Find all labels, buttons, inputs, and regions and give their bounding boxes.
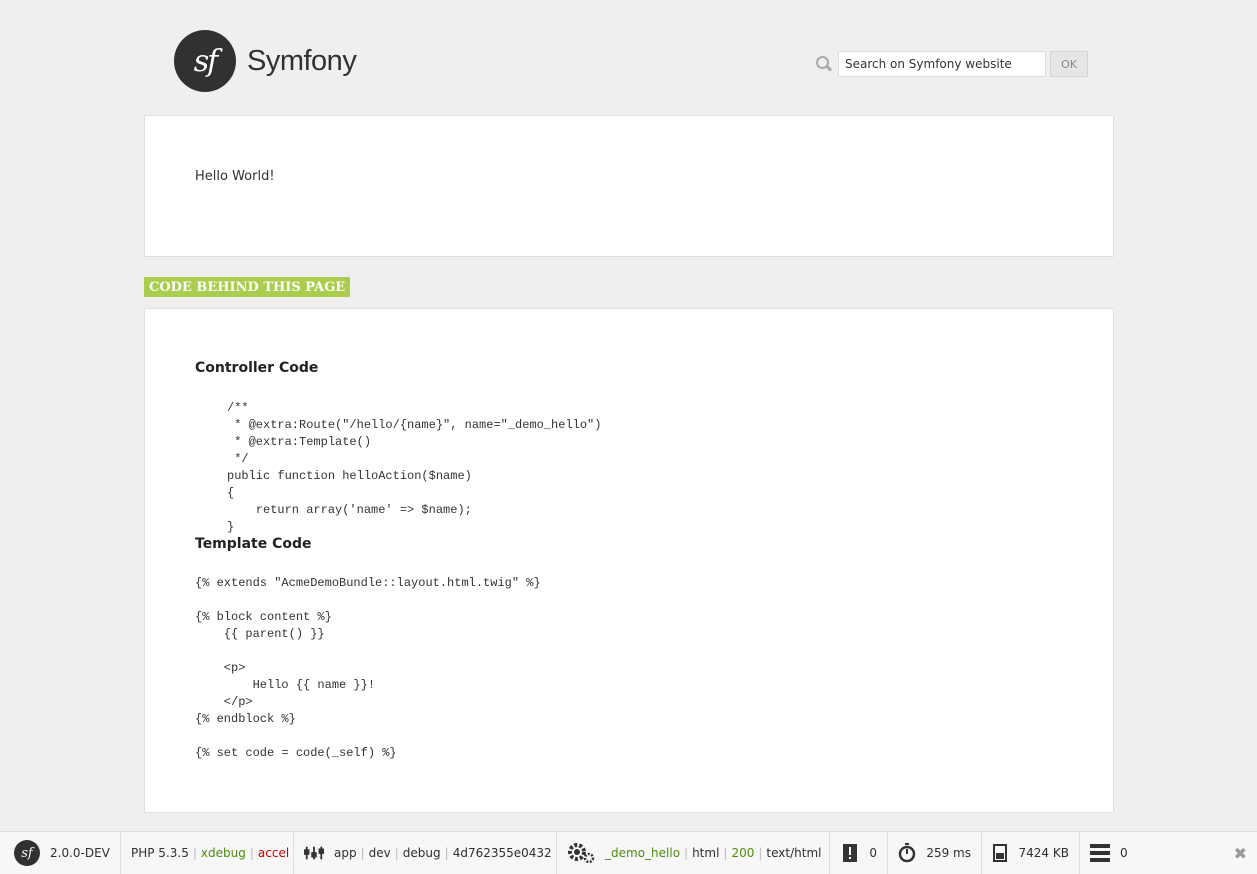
close-icon[interactable]: ✖ [1234, 844, 1247, 863]
symfony-logo[interactable]: sf Symfony [174, 30, 357, 92]
hello-text: Hello World! [195, 169, 275, 184]
toolbar-timer[interactable]: 259 ms [888, 832, 982, 874]
search-icon [816, 56, 832, 72]
template-code-block: {% extends "AcmeDemoBundle::layout.html.… [195, 576, 541, 760]
toolbar-request[interactable]: _demo_hello | html | 200 | text/html [557, 832, 830, 874]
separator: | [444, 846, 449, 860]
template-code-title: Template Code [195, 536, 312, 552]
separator: | [249, 846, 254, 860]
separator: | [684, 846, 689, 860]
toolbar-config[interactable]: app | dev | debug | 4d762355e0432 [294, 832, 557, 874]
php-version: PHP 5.3.5 [131, 846, 189, 860]
status-code: 200 [731, 846, 755, 860]
route-name: _demo_hello [605, 846, 681, 860]
logo-text: Symfony [247, 44, 357, 77]
request-time: 259 ms [926, 846, 971, 860]
search-form: OK [816, 51, 1088, 77]
exception-icon [840, 843, 859, 863]
profiler-token: 4d762355e0432 [452, 846, 552, 860]
exception-count: 0 [869, 846, 877, 860]
header: sf Symfony OK [0, 0, 1257, 110]
code-panel: Controller Code /** * @extra:Route("/hel… [144, 308, 1114, 813]
timer-icon [898, 843, 916, 863]
controller-code-title: Controller Code [195, 360, 319, 376]
xdebug-status: xdebug [200, 846, 246, 860]
app-name: app [334, 846, 357, 860]
toolbar-database[interactable]: 0 [1080, 832, 1138, 874]
memory-icon [992, 843, 1009, 863]
database-icon [1090, 843, 1110, 863]
request-format: html [692, 846, 720, 860]
separator: | [192, 846, 197, 860]
request-gear-icon [567, 843, 595, 864]
web-debug-toolbar: sf 2.0.0-DEV PHP 5.3.5 | xdebug | accel … [0, 831, 1257, 874]
toolbar-php[interactable]: PHP 5.3.5 | xdebug | accel [121, 832, 294, 874]
separator: | [758, 846, 763, 860]
symfony-version: 2.0.0-DEV [50, 846, 110, 860]
toolbar-version[interactable]: sf 2.0.0-DEV [0, 832, 121, 874]
separator: | [360, 846, 365, 860]
controller-code-block: /** * @extra:Route("/hello/{name}", name… [227, 401, 602, 534]
content-type: text/html [766, 846, 822, 860]
toolbar-exceptions[interactable]: 0 [830, 832, 888, 874]
accel-status: accel [257, 846, 290, 860]
config-icon [304, 843, 324, 863]
symfony-logo-icon: sf [174, 30, 236, 92]
environment: dev [368, 846, 391, 860]
toolbar-memory[interactable]: 7424 KB [982, 832, 1080, 874]
debug-mode: debug [402, 846, 441, 860]
symfony-small-logo-icon: sf [14, 840, 40, 866]
search-input[interactable] [838, 51, 1046, 77]
search-ok-button[interactable]: OK [1050, 51, 1088, 77]
query-count: 0 [1120, 846, 1128, 860]
code-behind-label: CODE BEHIND THIS PAGE [144, 277, 351, 297]
hello-panel: Hello World! [144, 115, 1114, 257]
separator: | [723, 846, 728, 860]
separator: | [394, 846, 399, 860]
memory-usage: 7424 KB [1018, 846, 1069, 860]
